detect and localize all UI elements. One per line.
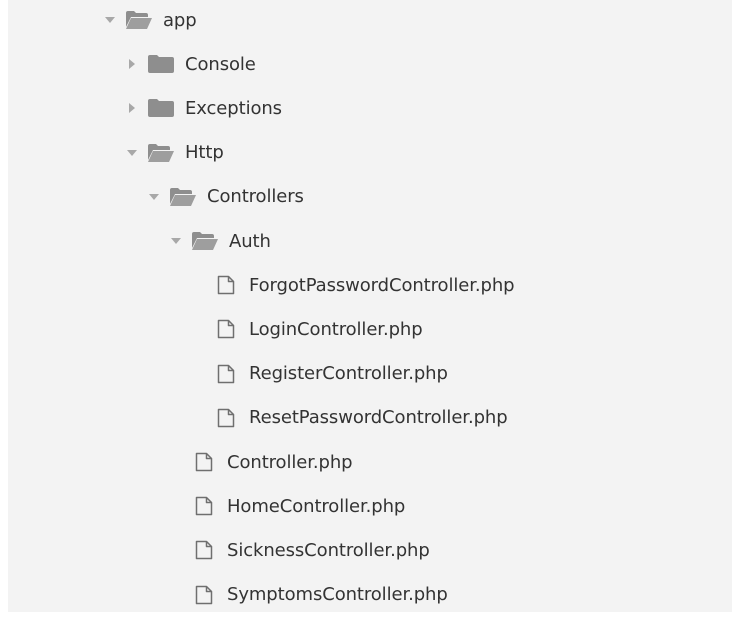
tree-file-row[interactable]: SymptomsController.php (8, 573, 732, 617)
tree-item-label: ResetPasswordController.php (249, 407, 508, 429)
chevron-down-icon[interactable] (125, 146, 139, 160)
tree-item-label: Console (185, 53, 256, 75)
tree-item-label: ForgotPasswordController.php (249, 274, 515, 296)
file-icon (195, 495, 217, 517)
tree-item-label: RegisterController.php (249, 363, 448, 385)
file-icon (195, 539, 217, 561)
chevron-down-icon[interactable] (103, 13, 117, 27)
tree-item-label: LoginController.php (249, 318, 423, 340)
tree-folder-row[interactable]: Exceptions (8, 86, 732, 130)
tree-item-label: Http (185, 142, 224, 164)
tree-file-row[interactable]: RegisterController.php (8, 352, 732, 396)
folder-open-icon (191, 230, 219, 252)
file-icon (195, 584, 217, 606)
tree-folder-row[interactable]: Console (8, 42, 732, 86)
tree-folder-row[interactable]: Http (8, 131, 732, 175)
chevron-down-icon[interactable] (169, 234, 183, 248)
tree-item-label: app (163, 9, 197, 31)
tree-item-label: Controller.php (227, 451, 353, 473)
tree-file-row[interactable]: SicknessController.php (8, 528, 732, 572)
file-tree: app Console Exceptions Http Controllers … (8, 0, 732, 612)
chevron-right-icon[interactable] (125, 57, 139, 71)
tree-item-label: Exceptions (185, 97, 282, 119)
folder-open-icon (169, 186, 197, 208)
tree-item-label: HomeController.php (227, 495, 406, 517)
file-icon (217, 407, 239, 429)
folder-icon (147, 97, 175, 119)
file-icon (195, 451, 217, 473)
chevron-down-icon[interactable] (147, 190, 161, 204)
file-icon (217, 363, 239, 385)
tree-folder-row[interactable]: Controllers (8, 175, 732, 219)
tree-item-label: Controllers (207, 186, 304, 208)
tree-item-label: SicknessController.php (227, 539, 430, 561)
tree-folder-row[interactable]: app (8, 0, 732, 42)
tree-file-row[interactable]: ForgotPasswordController.php (8, 263, 732, 307)
tree-file-row[interactable]: ResetPasswordController.php (8, 396, 732, 440)
tree-item-label: Auth (229, 230, 271, 252)
tree-file-row[interactable]: HomeController.php (8, 484, 732, 528)
tree-file-row[interactable]: Controller.php (8, 440, 732, 484)
folder-open-icon (125, 9, 153, 31)
tree-file-row[interactable]: LoginController.php (8, 307, 732, 351)
folder-open-icon (147, 142, 175, 164)
file-icon (217, 318, 239, 340)
chevron-right-icon[interactable] (125, 101, 139, 115)
folder-icon (147, 53, 175, 75)
tree-folder-row[interactable]: Auth (8, 219, 732, 263)
file-icon (217, 274, 239, 296)
tree-item-label: SymptomsController.php (227, 584, 448, 606)
